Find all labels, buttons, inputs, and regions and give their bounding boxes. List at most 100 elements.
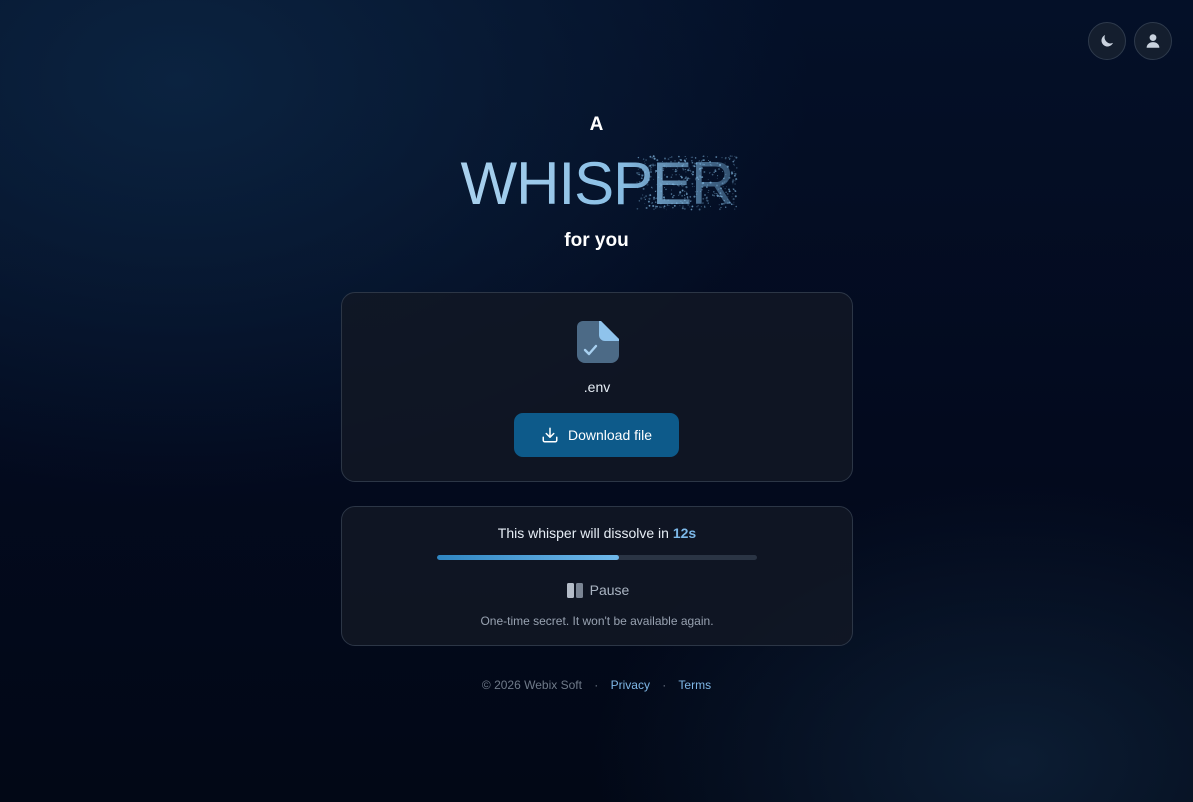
dissolve-particle [723, 199, 725, 202]
dissolve-particle [716, 175, 718, 177]
dissolve-particle [715, 162, 717, 164]
dissolve-particle [694, 177, 696, 179]
dissolve-particle [685, 162, 688, 165]
dissolve-particle [641, 169, 643, 171]
dissolve-particle [692, 195, 696, 198]
dissolve-particle [665, 182, 668, 185]
dissolve-particle [658, 182, 661, 185]
dissolve-particle [675, 165, 677, 168]
dissolve-particle [654, 205, 657, 208]
dissolve-particle [694, 190, 696, 193]
dissolve-particle [707, 160, 709, 161]
dissolve-particle [690, 208, 692, 211]
dissolve-particle [659, 172, 661, 174]
dissolve-particle [712, 171, 715, 174]
dissolve-particle [637, 165, 640, 167]
dissolve-particle [701, 182, 704, 185]
dissolve-particle [644, 195, 647, 198]
dissolve-particle [724, 174, 726, 176]
dissolve-particle [721, 157, 722, 159]
dissolve-particle [676, 167, 678, 169]
dissolve-particle [693, 165, 696, 168]
dissolve-particle [733, 201, 734, 203]
dissolve-particle [671, 207, 674, 209]
dissolve-particle [643, 167, 645, 169]
dissolve-particle [635, 181, 638, 184]
dissolve-particle [724, 162, 726, 164]
dissolve-particle [670, 189, 672, 191]
dissolve-particle [665, 166, 667, 168]
dissolve-particle [651, 187, 653, 189]
dissolve-particle [673, 204, 676, 207]
dissolve-particle [726, 202, 729, 204]
dissolve-particle [665, 209, 667, 211]
dissolve-particle [690, 182, 693, 185]
dissolve-particle [701, 197, 704, 200]
dissolve-particle [733, 155, 735, 157]
pause-button[interactable]: Pause [552, 579, 644, 601]
dissolve-particle [719, 192, 721, 194]
terms-link[interactable]: Terms [678, 678, 711, 692]
dissolve-particle [726, 165, 729, 168]
dissolve-particle [650, 157, 653, 159]
file-name: .env [583, 379, 611, 395]
dissolve-particle [663, 205, 665, 208]
dissolve-particle [655, 183, 658, 186]
dissolve-particle [638, 173, 639, 175]
dissolve-particle [693, 162, 696, 164]
dissolve-particle [695, 162, 697, 164]
dissolve-particle [731, 183, 733, 185]
dissolve-particle [669, 157, 671, 158]
dissolve-particle [686, 169, 689, 172]
dissolve-particle [691, 186, 693, 188]
download-file-button[interactable]: Download file [514, 413, 679, 457]
dissolve-particle [694, 179, 696, 181]
theme-toggle-button[interactable] [1088, 22, 1126, 60]
dissolve-particle [731, 160, 734, 163]
dissolve-particle [735, 167, 737, 169]
dissolve-particle [649, 169, 652, 171]
dissolve-particle [718, 204, 720, 206]
dissolve-particle [647, 200, 650, 203]
footer-separator: · [594, 678, 599, 692]
hero-suffix: for you [564, 230, 629, 251]
dissolve-particle [708, 171, 711, 174]
account-button[interactable] [1134, 22, 1172, 60]
dissolve-particle [637, 171, 640, 174]
privacy-link[interactable]: Privacy [611, 678, 650, 692]
dissolve-particle [718, 208, 721, 211]
dissolve-particle [650, 166, 652, 169]
hero-title: WHISPER [452, 150, 742, 218]
dissolve-particle [701, 155, 703, 157]
dissolve-particle [655, 159, 658, 162]
dissolve-particle [683, 190, 685, 193]
dissolve-particle [677, 155, 680, 158]
dissolve-particle [683, 194, 685, 196]
dissolve-particle [699, 190, 701, 192]
dissolve-particle [645, 183, 649, 186]
dissolve-particle [722, 199, 723, 201]
dissolve-particle [660, 196, 662, 198]
dissolve-particle [700, 188, 703, 191]
dissolve-particle [730, 203, 733, 206]
dissolve-particle [638, 181, 641, 183]
dissolve-particle [670, 156, 672, 158]
dissolve-particle [655, 197, 657, 199]
dissolve-particle [658, 185, 661, 188]
dissolve-particle [728, 201, 731, 204]
dissolve-particle [636, 186, 638, 189]
dissolve-particle [709, 205, 711, 207]
dissolve-progress-bar [437, 555, 757, 560]
dissolve-particle [648, 204, 650, 207]
dissolve-particle [688, 178, 690, 180]
dissolve-particle [726, 196, 728, 198]
download-icon [542, 427, 558, 443]
dissolve-particle [691, 161, 693, 164]
dissolve-particle [706, 184, 708, 186]
dissolve-particle [714, 155, 717, 158]
dissolve-particle [677, 194, 679, 196]
dissolve-particle [707, 189, 709, 192]
dissolve-particle [648, 155, 651, 158]
dissolve-particle [671, 196, 674, 199]
dissolve-particle [724, 157, 726, 159]
